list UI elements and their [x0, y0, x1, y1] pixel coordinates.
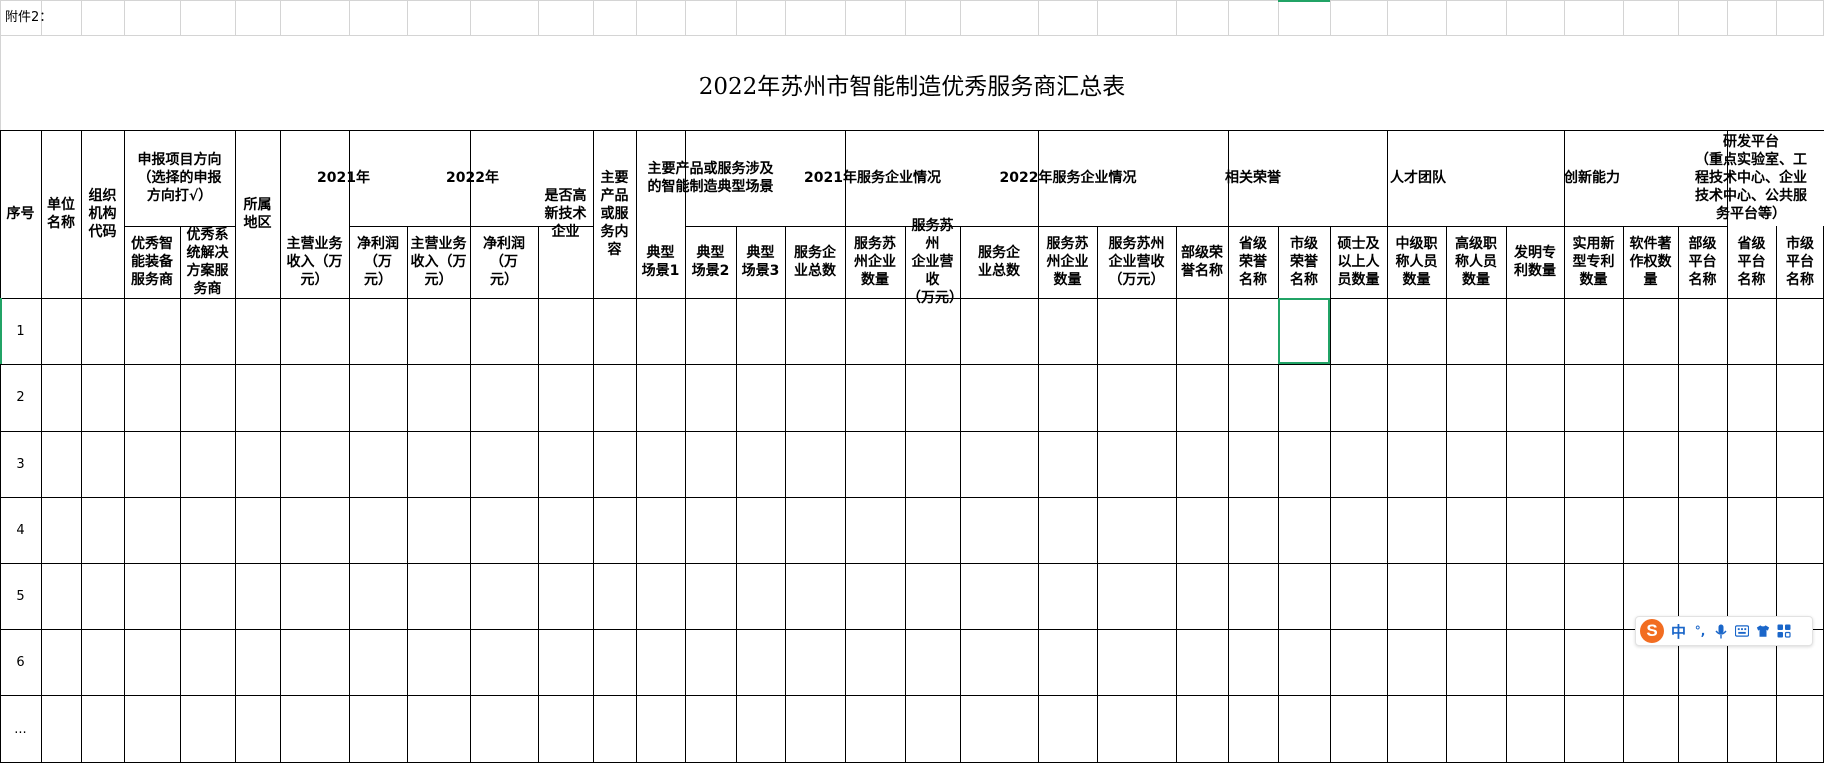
- table-row-number: 5: [16, 588, 25, 604]
- header-innov-software: 软件著 作权数 量: [1629, 236, 1672, 288]
- header-svc2022-suzhou-revenue: 服务苏州 企业营收 （万元）: [1108, 236, 1165, 288]
- header-rnd-ministry: 部级 平台 名称: [1688, 236, 1717, 288]
- table-row-number: ...: [14, 721, 27, 737]
- ime-logo-icon[interactable]: S: [1640, 619, 1664, 643]
- ime-mode-toggle[interactable]: 中: [1671, 621, 1686, 642]
- header-2021-revenue: 主营业务 收入（万 元）: [286, 236, 343, 288]
- header-scenario-3: 典型 场景3: [741, 245, 780, 279]
- header-2021-profit: 净利润 （万 元）: [357, 236, 399, 288]
- skin-icon[interactable]: [1756, 624, 1770, 638]
- header-direction-group: 申报项目方向 （选择的申报 方向打√）: [137, 152, 222, 204]
- header-rnd-group: 研发平台 （重点实验室、工 程技术中心、企业 技术中心、公共服 务平台等）: [1695, 134, 1807, 222]
- header-honor-ministry: 部级荣 誉名称: [1181, 245, 1223, 279]
- header-seq: 序号: [6, 206, 35, 222]
- table-row-number: 4: [16, 522, 25, 538]
- header-org-code: 组织 机构 代码: [88, 188, 117, 240]
- header-region: 所属 地区: [243, 197, 272, 231]
- header-2022-profit: 净利润 （万 元）: [483, 236, 525, 288]
- header-svc2022-suzhou-count: 服务苏 州企业 数量: [1046, 236, 1089, 288]
- header-innov-utility: 实用新 型专利 数量: [1572, 236, 1615, 288]
- header-scenario-2: 典型 场景2: [691, 245, 730, 279]
- header-scenario-group: 主要产品或服务涉及 的智能制造典型场景: [647, 161, 774, 195]
- header-svc2021-group: 2021年服务企业情况: [804, 170, 941, 186]
- sheet-title: 2022年苏州市智能制造优秀服务商汇总表: [698, 74, 1126, 100]
- header-svc2022-group: 2022年服务企业情况: [999, 170, 1137, 186]
- header-unit-name: 单位 名称: [47, 197, 75, 231]
- header-scenario-1: 典型 场景1: [641, 245, 680, 279]
- header-svc2021-suzhou-count: 服务苏 州企业 数量: [854, 236, 896, 288]
- header-talent-masters: 硕士及 以上人 员数量: [1337, 236, 1380, 288]
- header-innovation-group: 创新能力: [1564, 170, 1620, 186]
- header-talent-senior: 高级职 称人员 数量: [1455, 236, 1497, 288]
- header-svc2021-total: 服务企 业总数: [794, 245, 836, 279]
- active-column-marker: [1278, 0, 1330, 2]
- header-rnd-province: 省级 平台 名称: [1737, 236, 1766, 288]
- ime-punctuation-toggle[interactable]: °,: [1693, 624, 1707, 638]
- header-2021-group: 2021年: [317, 170, 370, 186]
- table-row-number: 2: [16, 390, 25, 405]
- header-2022-revenue: 主营业务 收入（万 元）: [410, 236, 467, 288]
- header-products: 主要 产品 或服 务内 容: [600, 170, 629, 258]
- active-cell-selection[interactable]: [1278, 298, 1330, 364]
- header-rnd-city: 市级 平台 名称: [1786, 236, 1814, 288]
- header-honor-city: 市级 荣誉 名称: [1290, 236, 1318, 288]
- header-2022-group: 2022年: [446, 170, 499, 186]
- header-honors-group: 相关荣誉: [1225, 170, 1281, 186]
- header-hightech: 是否高 新技术 企业: [544, 188, 587, 240]
- spreadsheet-sheet[interactable]: 附件2： 2022年苏州市智能制造优秀服务商汇总表 序号 单位 名称 组织 机构 代…: [0, 0, 1824, 763]
- header-honor-province: 省级 荣誉 名称: [1239, 236, 1267, 288]
- table-row-number: 3: [16, 456, 25, 472]
- attachment-label: 附件2：: [5, 10, 53, 25]
- header-svc2021-suzhou-revenue: 服务苏州 企业营收 （万元）: [907, 218, 963, 306]
- header-direction-solution: 优秀系 统解决 方案服 务商: [186, 227, 229, 297]
- ime-toolbar[interactable]: S 中 °,: [1635, 616, 1813, 646]
- header-talent-group: 人才团队: [1390, 170, 1446, 186]
- header-innov-invention: 发明专 利数量: [1514, 245, 1556, 279]
- table-row-number: 1: [16, 323, 25, 339]
- header-svc2022-total: 服务企 业总数: [978, 245, 1020, 279]
- keyboard-icon[interactable]: [1735, 624, 1750, 638]
- toolbox-icon[interactable]: [1777, 624, 1791, 638]
- microphone-icon[interactable]: [1714, 624, 1728, 638]
- active-row-marker: [0, 298, 2, 364]
- header-direction-equipment: 优秀智 能装备 服务商: [131, 236, 173, 288]
- table-row-number: 6: [16, 654, 25, 670]
- header-talent-mid: 中级职 称人员 数量: [1395, 236, 1438, 288]
